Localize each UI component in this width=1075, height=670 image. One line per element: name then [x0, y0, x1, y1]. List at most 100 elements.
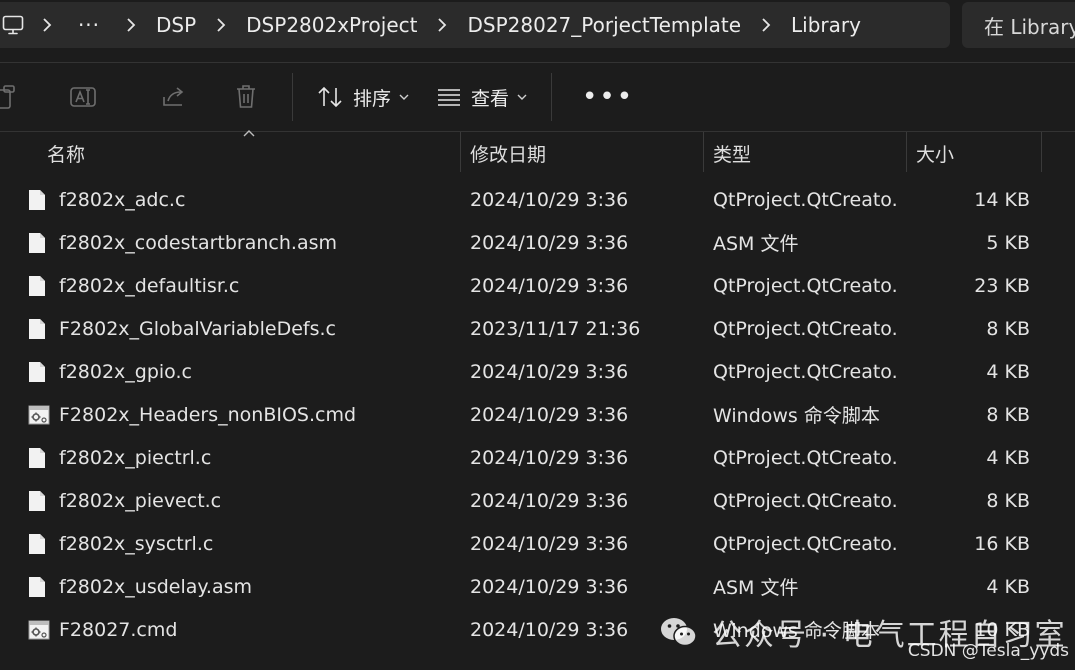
document-icon: [28, 488, 50, 514]
file-row[interactable]: f2802x_pievect.c 2024/10/29 3:36 QtProje…: [0, 479, 1075, 522]
view-list-icon: [438, 89, 461, 106]
column-divider[interactable]: [1041, 132, 1042, 172]
file-name: f2802x_piectrl.c: [59, 446, 212, 469]
file-date: 2024/10/29 3:36: [470, 575, 629, 598]
this-pc-icon[interactable]: [0, 2, 26, 48]
command-bar: 排序 查看 •••: [0, 62, 1075, 132]
breadcrumb-item-project[interactable]: DSP2802xProject: [242, 13, 421, 37]
script-icon: [28, 402, 50, 428]
more-options-button[interactable]: •••: [562, 62, 654, 132]
chevron-down-icon: [399, 94, 409, 100]
file-name: f2802x_usdelay.asm: [59, 575, 253, 598]
column-header-size[interactable]: 大小: [916, 132, 954, 174]
file-type: QtProject.QtCreato...: [713, 532, 898, 555]
breadcrumb[interactable]: ··· DSP DSP2802xProject DSP28027_Porject…: [0, 2, 950, 48]
file-date: 2024/10/29 3:36: [470, 403, 629, 426]
rename-icon[interactable]: [28, 62, 138, 132]
file-row[interactable]: F2802x_Headers_nonBIOS.cmd 2024/10/29 3:…: [0, 393, 1075, 436]
file-size: 8 KB: [986, 403, 1030, 426]
file-date: 2024/10/29 3:36: [470, 360, 629, 383]
file-size: 8 KB: [986, 317, 1030, 340]
file-type: QtProject.QtCreato...: [713, 188, 898, 211]
chevron-right-icon[interactable]: [110, 2, 152, 48]
file-type: QtProject.QtCreato...: [713, 489, 898, 512]
chevron-right-icon[interactable]: [421, 2, 463, 48]
file-name: f2802x_adc.c: [59, 188, 186, 211]
chevron-right-icon[interactable]: [26, 2, 68, 48]
file-name: f2802x_codestartbranch.asm: [59, 231, 337, 254]
file-row[interactable]: f2802x_codestartbranch.asm 2024/10/29 3:…: [0, 221, 1075, 264]
file-name: f2802x_pievect.c: [59, 489, 222, 512]
document-icon: [28, 273, 50, 299]
document-icon: [28, 316, 50, 342]
file-row[interactable]: F2802x_GlobalVariableDefs.c 2023/11/17 2…: [0, 307, 1075, 350]
delete-icon[interactable]: [210, 62, 282, 132]
document-icon: [28, 531, 50, 557]
chevron-right-icon[interactable]: [745, 2, 787, 48]
column-header-name[interactable]: 名称: [47, 132, 85, 174]
file-name: F28027.cmd: [59, 618, 178, 641]
credit-text: CSDN @Tesla_yyds: [907, 641, 1069, 661]
copy-icon[interactable]: [0, 62, 28, 132]
file-row[interactable]: f2802x_piectrl.c 2024/10/29 3:36 QtProje…: [0, 436, 1075, 479]
breadcrumb-item-dsp[interactable]: DSP: [152, 13, 200, 37]
file-name: f2802x_sysctrl.c: [59, 532, 214, 555]
file-type: ASM 文件: [713, 577, 799, 599]
chevron-right-icon[interactable]: [200, 2, 242, 48]
toolbar-divider: [551, 73, 553, 121]
script-icon: [28, 617, 50, 643]
document-icon: [28, 230, 50, 256]
file-size: 4 KB: [986, 360, 1030, 383]
file-size: 8 KB: [986, 489, 1030, 512]
share-icon[interactable]: [138, 62, 210, 132]
file-type: QtProject.QtCreato...: [713, 317, 898, 340]
breadcrumb-item-library[interactable]: Library: [787, 13, 865, 37]
file-row[interactable]: f2802x_defaultisr.c 2024/10/29 3:36 QtPr…: [0, 264, 1075, 307]
sort-button[interactable]: 排序: [303, 62, 423, 132]
file-name: f2802x_defaultisr.c: [59, 274, 240, 297]
column-divider[interactable]: [906, 132, 907, 172]
file-date: 2023/11/17 21:36: [470, 317, 641, 340]
column-header-row: 名称 修改日期 类型 大小: [0, 130, 1075, 174]
file-date: 2024/10/29 3:36: [470, 489, 629, 512]
file-size: 4 KB: [986, 446, 1030, 469]
breadcrumb-item-template[interactable]: DSP28027_PorjectTemplate: [463, 13, 745, 37]
document-icon: [28, 187, 50, 213]
document-icon: [28, 445, 50, 471]
file-type: Windows 命令脚本: [713, 405, 880, 427]
column-header-date[interactable]: 修改日期: [470, 132, 546, 174]
toolbar-divider: [292, 73, 293, 121]
view-button[interactable]: 查看: [423, 62, 541, 132]
address-bar: ··· DSP DSP2802xProject DSP28027_Porject…: [0, 0, 1075, 56]
column-header-type[interactable]: 类型: [713, 132, 751, 174]
chevron-down-icon: [517, 94, 527, 100]
breadcrumb-overflow-button[interactable]: ···: [68, 13, 110, 37]
file-row[interactable]: f2802x_gpio.c 2024/10/29 3:36 QtProject.…: [0, 350, 1075, 393]
file-row[interactable]: f2802x_sysctrl.c 2024/10/29 3:36 QtProje…: [0, 522, 1075, 565]
document-icon: [28, 574, 50, 600]
document-icon: [28, 359, 50, 385]
file-name: F2802x_GlobalVariableDefs.c: [59, 317, 336, 340]
file-row[interactable]: f2802x_adc.c 2024/10/29 3:36 QtProject.Q…: [0, 178, 1075, 221]
file-date: 2024/10/29 3:36: [470, 446, 629, 469]
column-divider[interactable]: [460, 132, 461, 172]
search-input[interactable]: 在 Library: [962, 2, 1075, 48]
file-name: f2802x_gpio.c: [59, 360, 192, 383]
file-size: 16 KB: [974, 532, 1030, 555]
sort-ascending-icon: [243, 130, 255, 137]
file-date: 2024/10/29 3:36: [470, 188, 629, 211]
file-row[interactable]: f2802x_usdelay.asm 2024/10/29 3:36 ASM 文…: [0, 565, 1075, 608]
file-date: 2024/10/29 3:36: [470, 532, 629, 555]
file-type: QtProject.QtCreato...: [713, 446, 898, 469]
file-type: QtProject.QtCreato...: [713, 360, 898, 383]
file-list: f2802x_adc.c 2024/10/29 3:36 QtProject.Q…: [0, 178, 1075, 651]
column-divider[interactable]: [703, 132, 704, 172]
file-date: 2024/10/29 3:36: [470, 274, 629, 297]
file-type: ASM 文件: [713, 233, 799, 255]
file-date: 2024/10/29 3:36: [470, 231, 629, 254]
sort-icon: [318, 86, 342, 108]
view-label: 查看: [471, 87, 510, 110]
file-size: 14 KB: [974, 188, 1030, 211]
file-size: 23 KB: [974, 274, 1030, 297]
file-size: 5 KB: [986, 231, 1030, 254]
